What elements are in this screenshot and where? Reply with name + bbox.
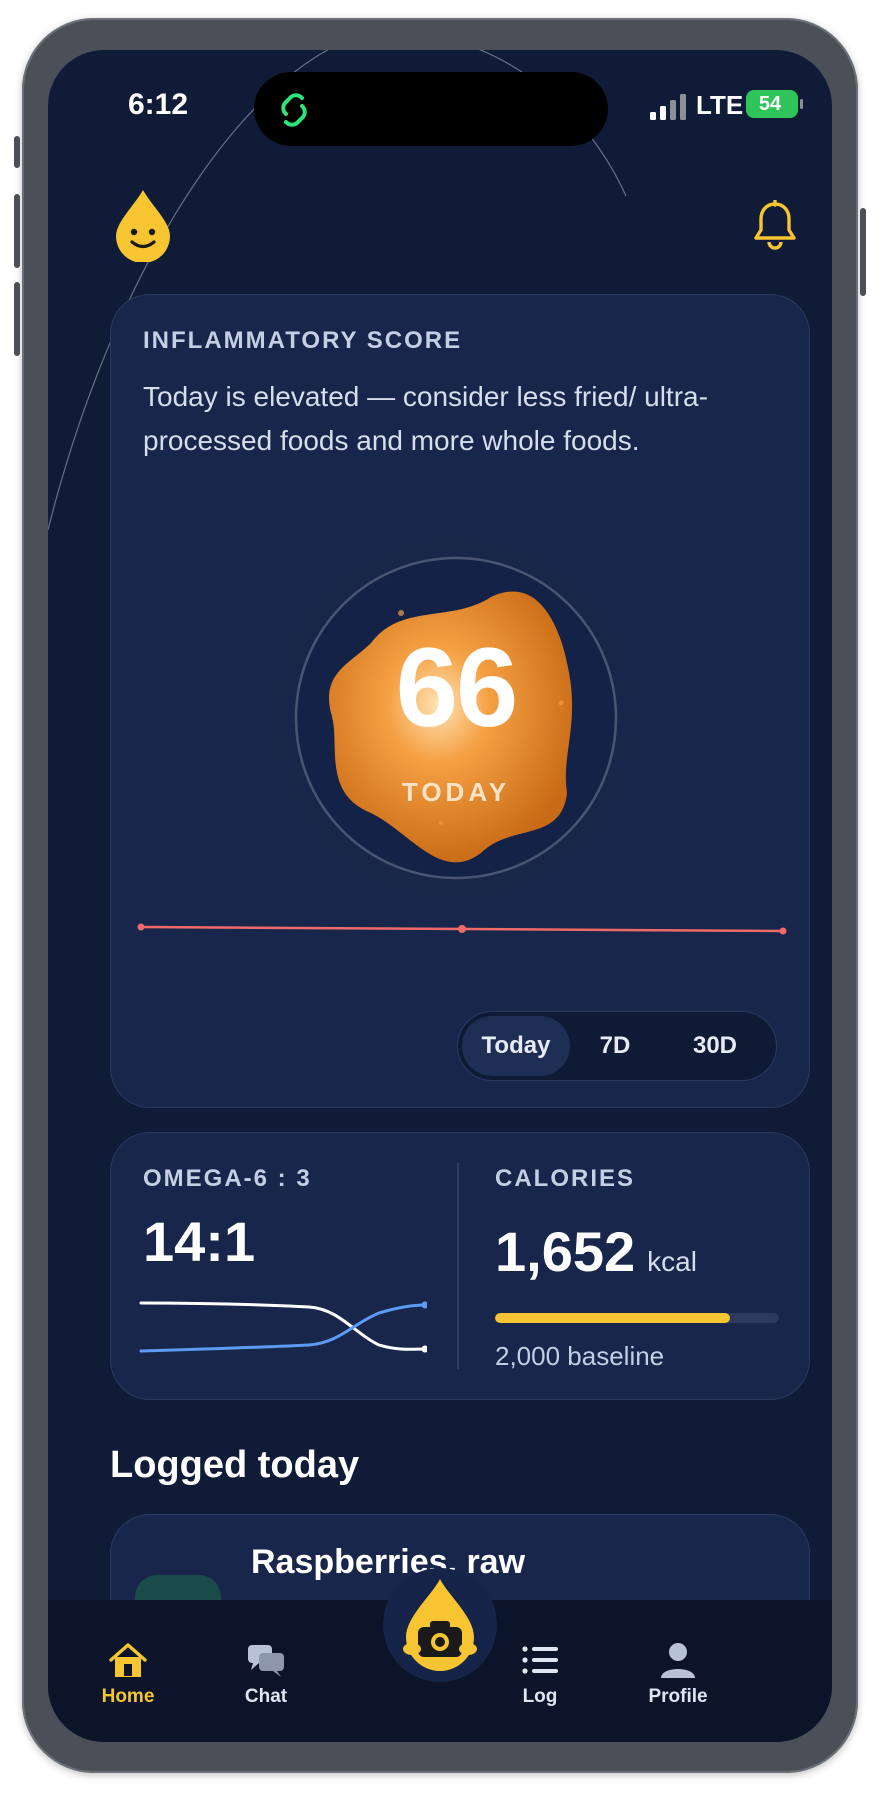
status-time: 6:12 xyxy=(128,88,189,121)
calories-progress-bar xyxy=(495,1313,779,1323)
phone-frame: 6:12 LTE 54 INFLAMMATORY SCORE Today is … xyxy=(14,18,866,1773)
screen: 6:12 LTE 54 INFLAMMATORY SCORE Today is … xyxy=(48,50,832,1742)
calories-title: CALORIES xyxy=(495,1165,636,1192)
battery-level: 54 xyxy=(758,92,782,115)
battery-icon: 54 xyxy=(746,90,803,118)
range-selector: Today 7D 30D xyxy=(457,1011,777,1081)
metrics-card: OMEGA-6 : 3 14:1 CALORIES 1,652 kcal 2,0… xyxy=(110,1132,810,1400)
chat-icon xyxy=(248,1645,284,1677)
volume-down-button xyxy=(14,282,20,356)
profile-icon xyxy=(661,1643,695,1678)
list-icon xyxy=(522,1646,558,1674)
power-button xyxy=(860,208,866,296)
inflammatory-score-card: INFLAMMATORY SCORE Today is elevated — c… xyxy=(110,294,810,1108)
range-30d-button[interactable]: 30D xyxy=(660,1016,770,1076)
score-orb: 66 TODAY xyxy=(261,523,651,913)
calories-progress-fill xyxy=(495,1313,730,1323)
metrics-divider xyxy=(457,1163,459,1369)
tab-chat-label: Chat xyxy=(244,1686,288,1707)
tab-profile-label: Profile xyxy=(648,1686,708,1707)
volume-up-button xyxy=(14,194,20,268)
network-label: LTE xyxy=(696,90,744,120)
omega-ratio-title: OMEGA-6 : 3 xyxy=(143,1165,312,1192)
mute-switch xyxy=(14,136,20,168)
dynamic-island xyxy=(254,72,608,146)
camera-button[interactable] xyxy=(383,1568,497,1682)
range-7d-button[interactable]: 7D xyxy=(570,1016,660,1076)
score-value: 66 xyxy=(395,625,519,750)
omega-ratio-chart xyxy=(139,1301,427,1353)
signal-icon xyxy=(650,94,686,120)
tab-log-label: Log xyxy=(522,1686,558,1707)
tab-home[interactable]: Home xyxy=(68,1640,188,1708)
tab-profile[interactable]: Profile xyxy=(618,1640,738,1708)
omega-ratio-value: 14:1 xyxy=(143,1210,256,1273)
calories-value: 1,652 xyxy=(495,1220,636,1283)
range-today-button[interactable]: Today xyxy=(462,1016,570,1076)
tab-chat[interactable]: Chat xyxy=(206,1640,326,1708)
score-title: INFLAMMATORY SCORE xyxy=(143,327,463,354)
score-trend-line xyxy=(137,923,787,935)
calories-baseline: 2,000 baseline xyxy=(495,1341,665,1371)
tab-log[interactable]: Log xyxy=(480,1640,600,1708)
logged-today-heading: Logged today xyxy=(110,1444,360,1486)
bell-icon[interactable] xyxy=(752,200,798,252)
app-logo-icon[interactable] xyxy=(112,188,174,262)
link-icon xyxy=(281,93,307,127)
tab-home-label: Home xyxy=(101,1686,155,1707)
status-bar: 6:12 LTE 54 xyxy=(48,50,832,160)
calories-unit: kcal xyxy=(647,1246,697,1277)
calories-value-row: 1,652 kcal xyxy=(495,1219,697,1284)
camera-icon xyxy=(403,1579,477,1671)
score-description: Today is elevated — consider less fried/… xyxy=(143,381,708,456)
home-icon xyxy=(109,1643,147,1677)
score-value-label: TODAY xyxy=(401,777,511,807)
